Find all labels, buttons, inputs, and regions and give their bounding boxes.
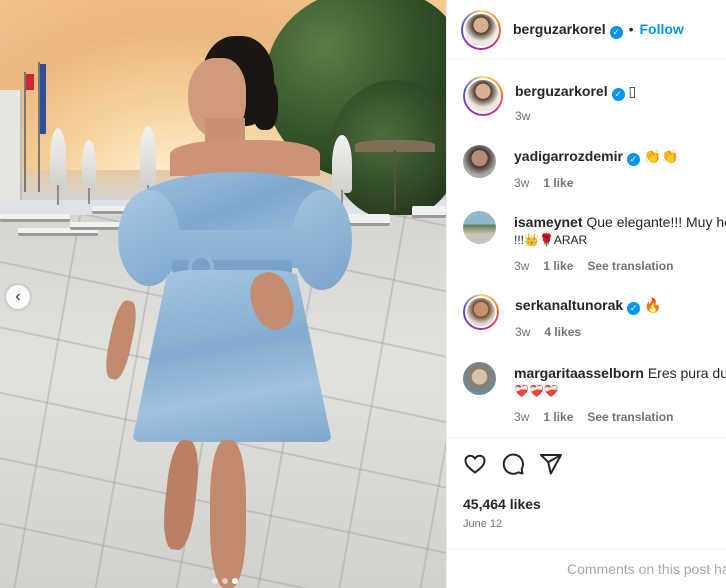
like-count[interactable]: 45,464 likes: [463, 496, 711, 512]
comment-text: Que elegante!!! Muy hermosa: [586, 214, 726, 230]
comment-time[interactable]: 3w: [515, 323, 530, 341]
carousel-dot: [222, 578, 228, 584]
chevron-left-icon: ‹: [15, 288, 21, 305]
post-actions: 45,464 likes June 12: [447, 437, 726, 530]
author-avatar[interactable]: [463, 76, 503, 116]
share-icon[interactable]: [539, 452, 563, 476]
author-username[interactable]: berguzarkorel: [513, 21, 606, 37]
comment-time[interactable]: 3w: [514, 408, 529, 426]
comment-username[interactable]: margaritaasselborn: [514, 365, 644, 381]
see-translation-link[interactable]: See translation: [587, 257, 673, 275]
comment-like-count[interactable]: 1 like: [543, 257, 573, 275]
caption-time[interactable]: 3w: [515, 107, 530, 125]
comment-item: isameynet Que elegante!!! Muy hermosa !!…: [447, 211, 726, 275]
comment-like-count[interactable]: 1 like: [543, 174, 573, 192]
commenter-avatar[interactable]: [463, 145, 496, 178]
comment-time[interactable]: 3w: [514, 174, 529, 192]
commenter-avatar[interactable]: [463, 362, 496, 395]
comment-text: Eres pura dulzura: [647, 365, 726, 381]
caption-username[interactable]: berguzarkorel: [515, 83, 608, 99]
carousel-prev-button[interactable]: ‹: [6, 285, 30, 309]
comment-text: 🔥: [644, 297, 662, 313]
comment-text-line2: !!!👑🌹ARAR: [514, 233, 588, 247]
caption-text: ▯: [628, 83, 637, 99]
carousel-dot: [212, 578, 218, 584]
post-sidebar: berguzarkorel ✓ • Follow berguzarkorel ✓ ▯ 3…: [446, 0, 726, 588]
post-photo: ‹: [0, 0, 446, 588]
comments-limited-notice: Comments on this post have been limited.: [447, 548, 726, 588]
comment-username[interactable]: yadigarrozdemir: [514, 148, 623, 164]
dress: [118, 150, 352, 450]
comment-username[interactable]: isameynet: [514, 214, 582, 230]
comment-item: yadigarrozdemir ✓ 👏👏 3w 1 like: [447, 145, 726, 192]
comment-item: serkanaltunorak ✓ 🔥 3w 4 likes: [447, 294, 726, 341]
verified-icon: ✓: [609, 25, 623, 39]
comment-like-count[interactable]: 4 likes: [544, 323, 581, 341]
post-date[interactable]: June 12: [463, 518, 711, 530]
see-translation-link[interactable]: See translation: [587, 408, 673, 426]
heart-icon[interactable]: [463, 452, 487, 476]
verified-icon: ✓: [627, 301, 641, 315]
carousel-indicator: [212, 578, 238, 584]
follow-button[interactable]: Follow: [640, 21, 684, 37]
comment-time[interactable]: 3w: [514, 257, 529, 275]
carousel-dot-active: [232, 578, 238, 584]
author-avatar[interactable]: [461, 9, 501, 50]
comment-like-count[interactable]: 1 like: [543, 408, 573, 426]
verified-icon: ✓: [626, 152, 640, 166]
commenter-avatar[interactable]: [463, 211, 496, 244]
commenter-avatar[interactable]: [463, 294, 499, 330]
comment-text: 👏👏: [643, 148, 679, 164]
verified-icon: ✓: [611, 87, 625, 101]
comment-icon[interactable]: [501, 452, 525, 476]
comment-username[interactable]: serkanaltunorak: [515, 297, 623, 313]
caption: berguzarkorel ✓ ▯ 3w: [447, 76, 726, 125]
comment-item: margaritaasselborn Eres pura dulzura ❤️‍…: [447, 362, 726, 426]
post-header: berguzarkorel ✓ • Follow: [447, 0, 726, 60]
comment-text-line2: ❤️‍🩹❤️‍🩹❤️‍🩹: [514, 384, 559, 398]
